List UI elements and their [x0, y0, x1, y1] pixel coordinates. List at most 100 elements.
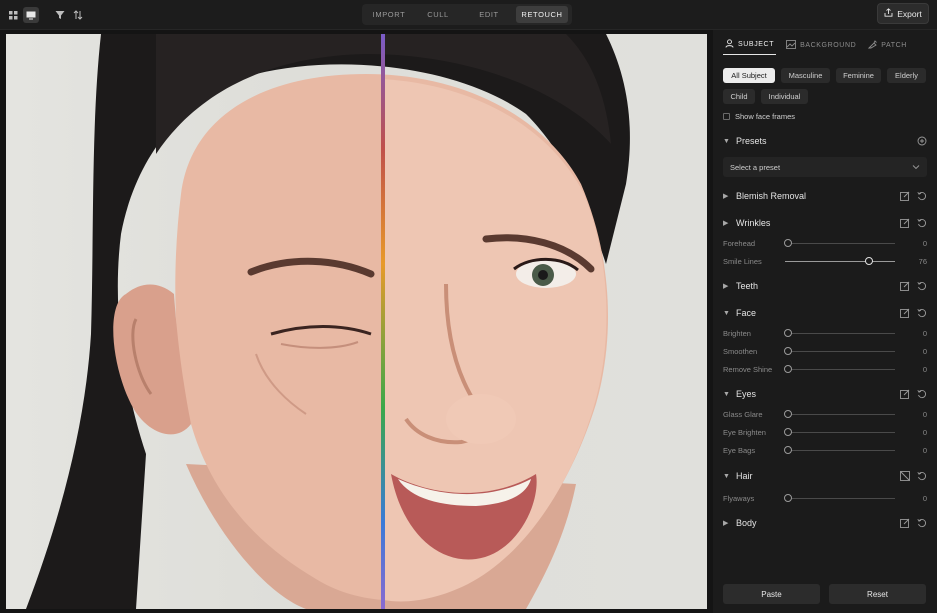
slider-value: 0	[922, 238, 927, 248]
slider-label: Smoothen	[723, 346, 758, 356]
presets-title: Presets	[736, 136, 767, 146]
reset-icon[interactable]	[917, 518, 927, 528]
slider-value: 0	[922, 346, 927, 356]
slider-track[interactable]	[784, 428, 895, 436]
slider-track[interactable]	[784, 239, 895, 247]
hair-header[interactable]: ▼ Hair	[723, 468, 927, 484]
mode-import[interactable]: IMPORT	[364, 6, 414, 23]
filter-feminine[interactable]: Feminine	[836, 68, 881, 83]
caret-down-icon: ▼	[723, 390, 730, 398]
mode-cull[interactable]: CULL	[414, 6, 462, 23]
slider-knob[interactable]	[784, 410, 792, 418]
tab-patch[interactable]: PATCH	[866, 35, 909, 55]
slider-track[interactable]	[784, 446, 895, 454]
paste-button[interactable]: Paste	[723, 584, 820, 604]
slider-value: 0	[922, 493, 927, 503]
slider-label: Glass Glare	[723, 409, 763, 419]
grid-icon[interactable]	[5, 7, 21, 23]
slider-label: Flyaways	[723, 493, 755, 503]
mask-icon[interactable]	[900, 471, 910, 481]
slider-knob[interactable]	[784, 494, 792, 502]
filter-elderly[interactable]: Elderly	[887, 68, 926, 83]
reset-icon[interactable]	[917, 308, 927, 318]
body-title: Body	[736, 518, 757, 528]
export-button[interactable]: Export	[877, 3, 929, 24]
reset-icon[interactable]	[917, 218, 927, 228]
chevron-down-icon	[912, 163, 920, 172]
tab-subject-label: SUBJECT	[738, 41, 775, 48]
slider-knob[interactable]	[784, 365, 792, 373]
slider-track[interactable]	[784, 494, 895, 502]
mode-retouch[interactable]: RETOUCH	[516, 6, 568, 23]
portrait-photo[interactable]	[6, 34, 707, 609]
before-after-divider[interactable]	[381, 34, 385, 609]
single-view-icon[interactable]	[23, 7, 39, 23]
slider-value: 0	[922, 427, 927, 437]
filter-child[interactable]: Child	[723, 89, 755, 104]
slider-track[interactable]	[784, 347, 895, 355]
tab-subject[interactable]: SUBJECT	[723, 35, 777, 55]
show-face-frames-checkbox[interactable]	[723, 113, 730, 120]
tab-background-label: BACKGROUND	[800, 41, 857, 49]
wrinkles-header[interactable]: ▶ Wrinkles	[723, 215, 927, 231]
slider-knob[interactable]	[784, 239, 792, 247]
show-face-frames-row[interactable]: Show face frames	[723, 112, 795, 121]
image-icon	[786, 39, 797, 51]
add-preset-icon[interactable]	[917, 136, 927, 146]
slider-glass-glare: Glass Glare 0	[723, 408, 927, 420]
slider-track[interactable]	[784, 365, 895, 373]
face-title: Face	[736, 308, 757, 318]
teeth-header[interactable]: ▶ Teeth	[723, 278, 927, 294]
filter-all-subject[interactable]: All Subject	[723, 68, 775, 83]
filter-individual[interactable]: Individual	[761, 89, 808, 104]
retouch-panel: SUBJECT BACKGROUND PATCH All Subject Mas…	[713, 30, 937, 613]
slider-smile-lines: Smile Lines 76	[723, 255, 927, 267]
slider-label: Forehead	[723, 238, 756, 248]
tab-background[interactable]: BACKGROUND	[784, 35, 858, 55]
edit-icon[interactable]	[900, 389, 910, 399]
body-header[interactable]: ▶ Body	[723, 515, 927, 531]
hair-title: Hair	[736, 471, 753, 481]
slider-label: Remove Shine	[723, 364, 773, 374]
slider-knob[interactable]	[784, 446, 792, 454]
presets-header[interactable]: ▼ Presets	[723, 133, 927, 149]
eyes-header[interactable]: ▼ Eyes	[723, 386, 927, 402]
edit-icon[interactable]	[900, 191, 910, 201]
slider-knob[interactable]	[784, 347, 792, 355]
sort-icon[interactable]	[70, 7, 86, 23]
slider-flyaways: Flyaways 0	[723, 492, 927, 504]
preset-select[interactable]: Select a preset	[723, 157, 927, 177]
slider-eye-bags: Eye Bags 0	[723, 444, 927, 456]
caret-right-icon: ▶	[723, 520, 729, 527]
mode-switcher: IMPORT CULL EDIT RETOUCH	[362, 4, 572, 25]
eyes-title: Eyes	[736, 389, 757, 399]
edit-icon[interactable]	[900, 281, 910, 291]
filter-masculine[interactable]: Masculine	[781, 68, 830, 83]
edit-icon[interactable]	[900, 308, 910, 318]
slider-knob[interactable]	[865, 257, 873, 265]
slider-smoothen: Smoothen 0	[723, 345, 927, 357]
slider-knob[interactable]	[784, 329, 792, 337]
reset-button[interactable]: Reset	[829, 584, 926, 604]
slider-track[interactable]	[784, 410, 895, 418]
reset-icon[interactable]	[917, 389, 927, 399]
slider-value: 0	[922, 409, 927, 419]
filter-icon[interactable]	[52, 7, 68, 23]
face-header[interactable]: ▼ Face	[723, 305, 927, 321]
blemish-removal-header[interactable]: ▶ Blemish Removal	[723, 188, 927, 204]
mode-edit[interactable]: EDIT	[462, 6, 516, 23]
caret-down-icon: ▼	[723, 309, 730, 317]
slider-track[interactable]	[785, 257, 895, 265]
slider-track[interactable]	[784, 329, 895, 337]
reset-icon[interactable]	[917, 471, 927, 481]
edit-icon[interactable]	[900, 518, 910, 528]
slider-value: 0	[922, 328, 927, 338]
reset-icon[interactable]	[917, 281, 927, 291]
reset-icon[interactable]	[917, 191, 927, 201]
slider-knob[interactable]	[784, 428, 792, 436]
export-label: Export	[897, 8, 922, 19]
edit-icon[interactable]	[900, 218, 910, 228]
slider-remove-shine: Remove Shine 0	[723, 363, 927, 375]
slider-eye-brighten: Eye Brighten 0	[723, 426, 927, 438]
slider-label: Eye Bags	[723, 445, 756, 455]
